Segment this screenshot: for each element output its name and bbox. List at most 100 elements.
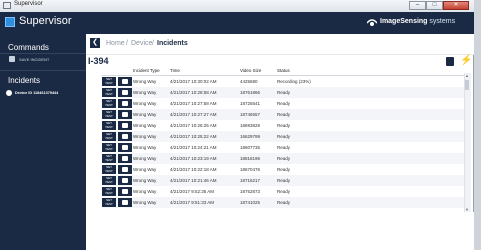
table-row[interactable]: SET TEST Wrong Way 4/21/2017 9:51:33 AM 187…: [102, 197, 464, 208]
breadcrumb-incidents: Incidents: [157, 40, 188, 47]
table-row[interactable]: SET TEST Wrong Way 4/21/2017 10:26:25 AM 18…: [102, 120, 464, 131]
breadcrumb-home[interactable]: Home: [106, 40, 125, 47]
brand-name: Supervisor: [19, 15, 72, 27]
video-size-cell: 18761866: [240, 90, 261, 95]
table-row[interactable]: SET TEST Wrong Way 4/21/2017 10:24:21 AM 18…: [102, 142, 464, 153]
set-test-button[interactable]: SET TEST: [102, 187, 116, 196]
header-incident-type[interactable]: Incident Type: [133, 68, 160, 73]
video-size-cell: 4425680: [240, 79, 258, 84]
header-time[interactable]: Time: [170, 68, 180, 73]
brand-logo-icon: [5, 17, 15, 27]
set-test-button[interactable]: SET TEST: [102, 88, 116, 97]
page-title: I-394: [88, 56, 109, 66]
table-row[interactable]: SET TEST Wrong Way 4/21/2017 10:21:46 AM 18…: [102, 175, 464, 186]
camera-icon[interactable]: [118, 132, 132, 141]
camera-icon[interactable]: [118, 121, 132, 130]
minimize-button[interactable]: –: [409, 1, 426, 10]
device-item[interactable]: Device ID 118461379444: [6, 90, 58, 96]
video-size-cell: 18716217: [240, 178, 261, 183]
camera-icon[interactable]: [118, 143, 132, 152]
save-incident-command[interactable]: SAVE INCIDENT: [9, 56, 49, 62]
video-size-cell: 18741025: [240, 200, 261, 205]
camera-icon[interactable]: [118, 99, 132, 108]
table-row[interactable]: SET TEST Wrong Way 4/21/2017 10:30:02 AM 44…: [102, 76, 464, 87]
camera-icon[interactable]: [118, 110, 132, 119]
camera-icon[interactable]: [118, 198, 132, 207]
scroll-up-icon[interactable]: ▲: [465, 73, 469, 78]
video-size-cell: 18670476: [240, 167, 261, 172]
set-test-button[interactable]: SET TEST: [102, 77, 116, 86]
time-cell: 4/21/2017 10:30:02 AM: [170, 79, 217, 84]
table-row[interactable]: SET TEST Wrong Way 4/21/2017 10:25:22 AM 16…: [102, 131, 464, 142]
camera-icon[interactable]: [118, 154, 132, 163]
incident-type-cell: Wrong Way: [133, 145, 157, 150]
app-icon: [3, 2, 11, 9]
set-test-button[interactable]: SET TEST: [102, 99, 116, 108]
device-label: Device ID 118461379444: [15, 91, 59, 95]
camera-icon[interactable]: [118, 88, 132, 97]
time-cell: 4/21/2017 10:22:18 AM: [170, 167, 217, 172]
status-cell: Ready: [277, 112, 291, 117]
incident-type-cell: Wrong Way: [133, 101, 157, 106]
table-row[interactable]: SET TEST Wrong Way 4/21/2017 10:23:19 AM 18…: [102, 153, 464, 164]
time-cell: 4/21/2017 9:52:35 AM: [170, 189, 215, 194]
set-test-button[interactable]: SET TEST: [102, 132, 116, 141]
divider: [0, 53, 86, 54]
time-cell: 4/21/2017 10:24:21 AM: [170, 145, 217, 150]
table-row[interactable]: SET TEST Wrong Way 4/21/2017 10:27:27 AM 18…: [102, 109, 464, 120]
status-cell: Ready: [277, 101, 291, 106]
time-cell: 4/21/2017 10:27:58 AM: [170, 101, 217, 106]
incident-type-cell: Wrong Way: [133, 178, 157, 183]
time-cell: 4/21/2017 10:26:25 AM: [170, 123, 217, 128]
company-name: ImageSensing systems: [380, 18, 455, 25]
set-test-button[interactable]: SET TEST: [102, 176, 116, 185]
status-cell: Ready: [277, 167, 291, 172]
table-row[interactable]: SET TEST Wrong Way 4/21/2017 9:52:35 AM 187…: [102, 186, 464, 197]
bolt-icon[interactable]: ⚡: [460, 56, 472, 66]
company-bold: ImageSensing: [380, 18, 428, 25]
app-window: Supervisor – □ ✕ Supervisor ImageSensing…: [0, 0, 474, 250]
camera-icon[interactable]: [118, 176, 132, 185]
set-test-button[interactable]: SET TEST: [102, 121, 116, 130]
header-video-size[interactable]: Video Size: [240, 68, 261, 73]
camera-icon[interactable]: [118, 187, 132, 196]
camera-icon[interactable]: [118, 165, 132, 174]
time-cell: 4/21/2017 10:21:46 AM: [170, 178, 217, 183]
back-button[interactable]: ❮: [90, 38, 100, 48]
set-test-button[interactable]: SET TEST: [102, 143, 116, 152]
video-size-cell: 18752873: [240, 189, 261, 194]
set-test-button[interactable]: SET TEST: [102, 110, 116, 119]
status-cell: Ready: [277, 134, 291, 139]
time-cell: 4/21/2017 9:51:33 AM: [170, 200, 215, 205]
save-icon: [9, 56, 15, 62]
set-test-button[interactable]: SET TEST: [102, 165, 116, 174]
close-button[interactable]: ✕: [443, 1, 469, 10]
breadcrumb-device[interactable]: Device: [131, 40, 152, 47]
status-cell: Ready: [277, 145, 291, 150]
table-row[interactable]: SET TEST Wrong Way 4/21/2017 10:28:58 AM 18…: [102, 87, 464, 98]
breadcrumb-separator: /: [152, 40, 154, 47]
sidebar: [0, 34, 86, 250]
disk-icon[interactable]: [446, 57, 454, 66]
set-test-button[interactable]: SET TEST: [102, 154, 116, 163]
set-test-button[interactable]: SET TEST: [102, 198, 116, 207]
status-cell: Ready: [277, 200, 291, 205]
maximize-button[interactable]: □: [426, 1, 443, 10]
header-status[interactable]: Status: [277, 68, 290, 73]
table-row[interactable]: SET TEST Wrong Way 4/21/2017 10:22:18 AM 18…: [102, 164, 464, 175]
camera-icon[interactable]: [118, 77, 132, 86]
incident-type-cell: Wrong Way: [133, 90, 157, 95]
incident-type-cell: Wrong Way: [133, 123, 157, 128]
save-incident-label: SAVE INCIDENT: [19, 56, 50, 62]
scrollbar-thumb[interactable]: [465, 80, 469, 90]
video-size-cell: 16629799: [240, 134, 261, 139]
video-size-cell: 18607735: [240, 145, 261, 150]
breadcrumb-separator: /: [126, 40, 128, 47]
scrollbar[interactable]: [464, 73, 471, 213]
table-row[interactable]: SET TEST Wrong Way 4/21/2017 10:27:58 AM 18…: [102, 98, 464, 109]
incidents-table: Incident Type Time Video Size Status SET…: [102, 67, 464, 212]
time-cell: 4/21/2017 10:23:19 AM: [170, 156, 217, 161]
table-header: Incident Type Time Video Size Status: [102, 67, 464, 76]
incident-type-cell: Wrong Way: [133, 112, 157, 117]
content-bottom: [86, 212, 474, 250]
